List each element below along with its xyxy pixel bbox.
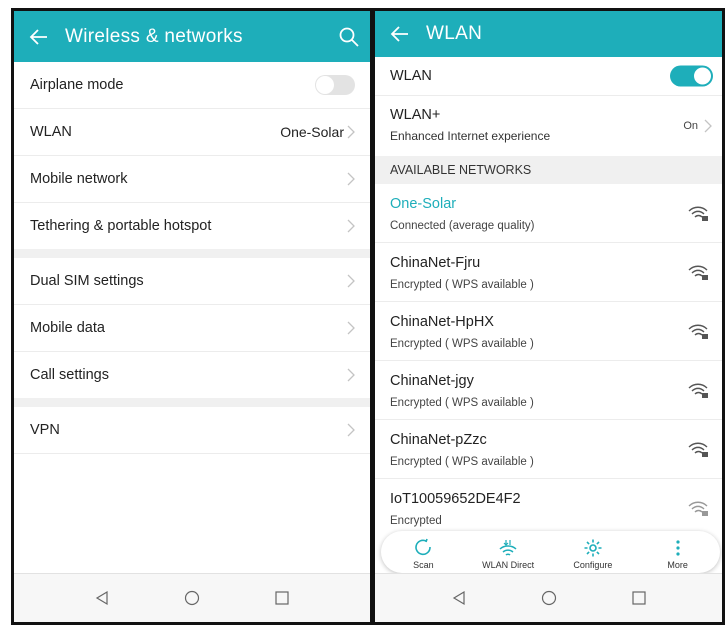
more-button[interactable]: More	[635, 531, 720, 573]
wlan-direct-button[interactable]: WLAN Direct	[466, 531, 551, 573]
network-name: ChinaNet-pZzc	[390, 432, 487, 448]
wifi-lock-icon	[688, 442, 708, 457]
wlan-direct-label: WLAN Direct	[482, 560, 535, 570]
chevron-right-icon	[704, 119, 712, 133]
section-divider	[14, 249, 370, 258]
wlan-plus-value: On	[683, 120, 698, 132]
network-item[interactable]: ChinaNet-HpHX Encrypted ( WPS available …	[375, 302, 722, 361]
system-nav-bar	[375, 573, 722, 622]
wlan-screen: WLAN WLAN WLAN+ Enhanced Internet experi…	[373, 8, 725, 625]
network-status: Encrypted ( WPS available )	[390, 456, 534, 468]
chevron-right-icon	[347, 274, 355, 288]
call-settings-label: Call settings	[30, 367, 109, 383]
chevron-right-icon	[347, 368, 355, 382]
network-status: Encrypted ( WPS available )	[390, 279, 534, 291]
wlan-plus-subtitle: Enhanced Internet experience	[390, 129, 551, 143]
chevron-right-icon	[347, 423, 355, 437]
wifi-lock-icon	[688, 501, 708, 516]
mobile-network-label: Mobile network	[30, 171, 128, 187]
back-arrow-icon[interactable]	[390, 24, 410, 44]
chevron-right-icon	[347, 125, 355, 139]
chevron-right-icon	[347, 219, 355, 233]
wlan-plus-label: WLAN+	[390, 107, 441, 123]
dual-sim-row[interactable]: Dual SIM settings	[14, 258, 370, 305]
section-divider	[14, 398, 370, 407]
scan-label: Scan	[413, 560, 434, 570]
network-status: Connected (average quality)	[390, 220, 535, 232]
wlan-row[interactable]: WLAN One-Solar	[14, 109, 370, 156]
network-item[interactable]: One-Solar Connected (average quality)	[375, 184, 722, 243]
page-title: WLAN	[426, 23, 483, 44]
mobile-data-row[interactable]: Mobile data	[14, 305, 370, 352]
wifi-lock-icon	[688, 265, 708, 280]
airplane-mode-row[interactable]: Airplane mode	[14, 62, 370, 109]
back-arrow-icon[interactable]	[29, 27, 49, 47]
nav-recents-icon[interactable]	[274, 590, 290, 606]
wlan-switch-label: WLAN	[390, 68, 432, 84]
nav-home-icon[interactable]	[541, 590, 557, 606]
configure-label: Configure	[573, 560, 613, 570]
nav-home-icon[interactable]	[184, 590, 200, 606]
nav-back-icon[interactable]	[94, 590, 110, 606]
airplane-mode-toggle[interactable]	[315, 75, 355, 95]
network-item[interactable]: ChinaNet-jgy Encrypted ( WPS available )	[375, 361, 722, 420]
wlan-direct-icon	[499, 540, 517, 556]
wlan-label: WLAN	[30, 124, 72, 140]
network-status: Encrypted ( WPS available )	[390, 397, 534, 409]
wlan-toggle[interactable]	[670, 65, 713, 87]
network-name: ChinaNet-HpHX	[390, 314, 494, 330]
system-nav-bar	[14, 573, 370, 622]
network-item[interactable]: ChinaNet-Fjru Encrypted ( WPS available …	[375, 243, 722, 302]
top-app-bar: Wireless & networks	[14, 11, 370, 62]
wifi-lock-icon	[688, 383, 708, 398]
mobile-network-row[interactable]: Mobile network	[14, 156, 370, 203]
available-networks-header: AVAILABLE NETWORKS	[375, 156, 722, 184]
network-name: ChinaNet-Fjru	[390, 255, 481, 271]
network-name: One-Solar	[390, 196, 457, 212]
more-label: More	[667, 560, 688, 570]
network-item[interactable]: ChinaNet-pZzc Encrypted ( WPS available …	[375, 420, 722, 479]
network-status: Encrypted	[390, 515, 442, 527]
action-bar: Scan WLAN Direct Configure More	[381, 531, 720, 573]
wifi-lock-icon	[688, 324, 708, 339]
network-name: ChinaNet-jgy	[390, 373, 474, 389]
chevron-right-icon	[347, 172, 355, 186]
dual-sim-label: Dual SIM settings	[30, 273, 144, 289]
page-title: Wireless & networks	[65, 25, 243, 47]
nav-back-icon[interactable]	[451, 590, 467, 606]
airplane-mode-label: Airplane mode	[30, 77, 124, 93]
wireless-networks-screen: Wireless & networks Airplane mode WLAN O…	[11, 8, 373, 625]
search-icon[interactable]	[338, 26, 360, 48]
gear-icon	[584, 539, 602, 557]
nav-recents-icon[interactable]	[631, 590, 647, 606]
network-status: Encrypted ( WPS available )	[390, 338, 534, 350]
scan-icon	[415, 538, 432, 556]
wlan-plus-row[interactable]: WLAN+ Enhanced Internet experience On	[375, 96, 722, 156]
top-app-bar: WLAN	[375, 11, 722, 57]
chevron-right-icon	[347, 321, 355, 335]
mobile-data-label: Mobile data	[30, 320, 105, 336]
wlan-value: One-Solar	[280, 124, 344, 140]
call-settings-row[interactable]: Call settings	[14, 352, 370, 398]
configure-button[interactable]: Configure	[551, 531, 636, 573]
network-name: IoT10059652DE4F2	[390, 491, 521, 507]
vpn-label: VPN	[30, 422, 60, 438]
tethering-row[interactable]: Tethering & portable hotspot	[14, 203, 370, 249]
wlan-switch-row[interactable]: WLAN	[375, 57, 722, 96]
scan-button[interactable]: Scan	[381, 531, 466, 573]
wifi-lock-icon	[688, 206, 708, 221]
network-item[interactable]: IoT10059652DE4F2 Encrypted	[375, 479, 722, 537]
more-vertical-icon	[676, 540, 680, 556]
tethering-label: Tethering & portable hotspot	[30, 218, 212, 234]
vpn-row[interactable]: VPN	[14, 407, 370, 454]
